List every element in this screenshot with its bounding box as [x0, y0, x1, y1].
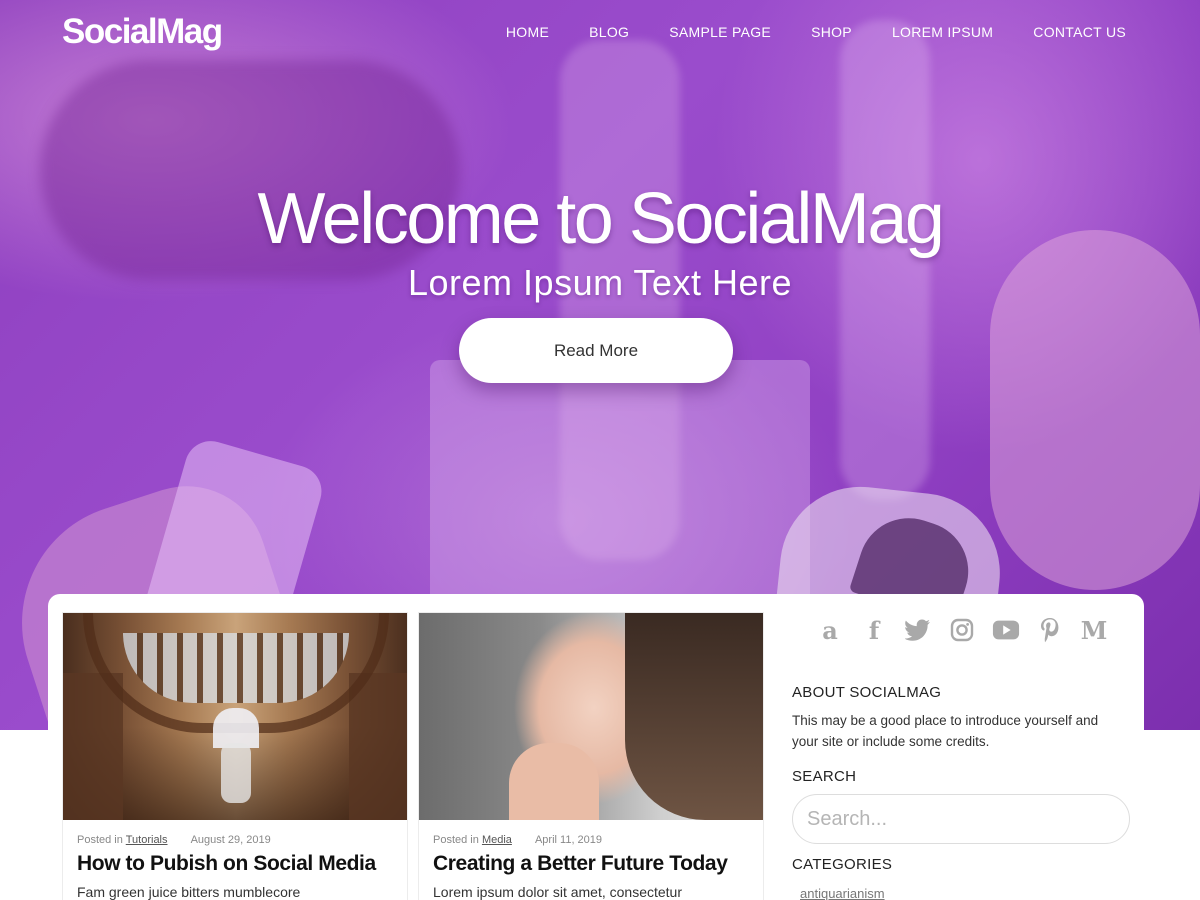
nav-item-sample-page[interactable]: SAMPLE PAGE: [669, 24, 771, 40]
post-excerpt: Fam green juice bitters mumblecore: [77, 884, 301, 900]
thumbnail-detail: [213, 708, 259, 748]
thumbnail-detail: [509, 743, 599, 820]
read-more-button[interactable]: Read More: [459, 318, 733, 383]
hero-title: Welcome to SocialMag: [257, 179, 945, 259]
post-title[interactable]: Creating a Better Future Today: [419, 846, 763, 876]
hero-background-shape: [430, 360, 810, 620]
hero-subtitle: Lorem Ipsum Text Here: [408, 262, 792, 303]
amazon-icon[interactable]: a: [816, 616, 844, 645]
post-date: April 11, 2019: [534, 834, 603, 846]
about-widget-text: This may be a good place to introduce yo…: [792, 713, 1099, 749]
content-area: Posted in Tutorials August 29, 2019 How …: [48, 594, 1144, 900]
nav-item-blog[interactable]: BLOG: [589, 24, 629, 40]
sidebar: a f M ABOUT SOCIALMAG This may be a good…: [792, 594, 1132, 900]
medium-icon[interactable]: M: [1080, 616, 1108, 645]
thumbnail-detail: [123, 633, 349, 703]
pinterest-icon[interactable]: [1036, 616, 1064, 644]
nav-item-home[interactable]: HOME: [506, 24, 549, 40]
twitter-icon[interactable]: [904, 616, 932, 644]
instagram-icon[interactable]: [948, 616, 976, 644]
thumbnail-detail: [625, 613, 763, 820]
hero-background-shape: [840, 20, 930, 500]
post-thumbnail[interactable]: [63, 613, 407, 820]
thumbnail-detail: [63, 673, 123, 820]
post-meta: Posted in Media April 11, 2019: [419, 820, 763, 846]
youtube-icon[interactable]: [992, 616, 1020, 644]
nav-item-contact-us[interactable]: CONTACT US: [1033, 24, 1126, 40]
facebook-icon[interactable]: f: [860, 616, 888, 645]
site-logo[interactable]: SocialMag: [62, 12, 223, 52]
posted-in-label: Posted in: [433, 834, 479, 846]
main-nav: HOME BLOG SAMPLE PAGE SHOP LOREM IPSUM C…: [466, 24, 1126, 40]
post-title[interactable]: How to Pubish on Social Media: [63, 846, 407, 876]
post-thumbnail[interactable]: [419, 613, 763, 820]
nav-item-lorem-ipsum[interactable]: LOREM IPSUM: [892, 24, 993, 40]
categories-widget-title: CATEGORIES: [792, 856, 893, 873]
post-card: Posted in Tutorials August 29, 2019 How …: [62, 612, 408, 900]
thumbnail-detail: [349, 673, 407, 820]
thumbnail-detail: [221, 743, 251, 803]
nav-item-shop[interactable]: SHOP: [811, 24, 852, 40]
post-category-link[interactable]: Tutorials: [126, 834, 168, 846]
category-link[interactable]: antiquarianism: [800, 886, 885, 900]
post-meta: Posted in Tutorials August 29, 2019: [63, 820, 407, 846]
post-excerpt: Lorem ipsum dolor sit amet, consectetur: [433, 884, 682, 900]
posted-in-label: Posted in: [77, 834, 123, 846]
post-category-link[interactable]: Media: [482, 834, 512, 846]
search-input[interactable]: [792, 794, 1130, 844]
post-date: August 29, 2019: [190, 834, 271, 846]
search-widget-title: SEARCH: [792, 768, 857, 785]
about-widget-title: ABOUT SOCIALMAG: [792, 684, 942, 701]
post-card: Posted in Media April 11, 2019 Creating …: [418, 612, 764, 900]
social-icons: a f M: [792, 616, 1132, 645]
